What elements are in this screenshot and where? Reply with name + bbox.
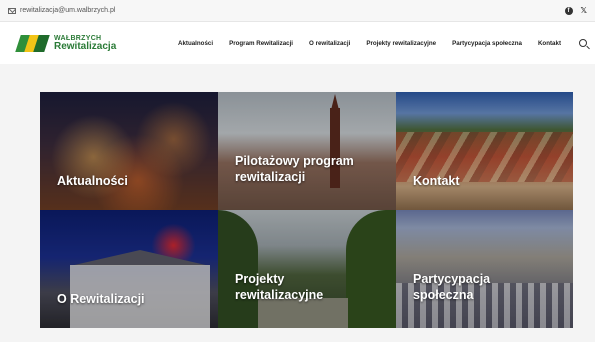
tile-projekty-rewitalizacyjne[interactable]: Projekty rewitalizacyjne — [218, 210, 396, 328]
email-link[interactable]: rewitalizacja@um.walbrzych.pl — [8, 7, 115, 14]
tile-kontakt[interactable]: Kontakt — [396, 92, 573, 210]
social-links: f 𝕏 — [564, 6, 587, 15]
tile-pilotazowy-program[interactable]: Pilotażowy program rewitalizacji — [218, 92, 396, 210]
tile-label-line2: społeczna — [413, 287, 474, 302]
twitter-icon[interactable]: 𝕏 — [581, 6, 587, 15]
nav-item-aktualnosci[interactable]: Aktualności — [178, 40, 213, 47]
tile-label: Aktualności — [57, 174, 128, 188]
tile-label: Partycypacja — [413, 272, 491, 286]
tile-label: Projekty — [235, 272, 285, 286]
site-header: WAŁBRZYCH Rewitalizacja Aktualności Prog… — [0, 22, 595, 64]
nav-item-o-rewitalizacji[interactable]: O rewitalizacji — [309, 40, 350, 47]
tile-label: O Rewitalizacji — [57, 292, 145, 306]
facebook-icon[interactable]: f — [564, 6, 573, 15]
tile-partycypacja-spoleczna[interactable]: Partycypacja społeczna — [396, 210, 573, 328]
tile-label-line2: rewitalizacji — [235, 169, 306, 184]
nav-item-kontakt[interactable]: Kontakt — [538, 40, 561, 47]
search-icon[interactable] — [579, 39, 587, 47]
tile-label: Kontakt — [413, 174, 460, 188]
tile-aktualnosci[interactable]: Aktualności — [40, 92, 218, 210]
site-logo[interactable]: WAŁBRZYCH Rewitalizacja — [15, 32, 117, 54]
email-text: rewitalizacja@um.walbrzych.pl — [20, 7, 116, 14]
tile-label: Pilotażowy program — [235, 154, 354, 168]
tile-o-rewitalizacji[interactable]: O Rewitalizacji — [40, 210, 218, 328]
tile-grid: Aktualności Pilotażowy program rewitaliz… — [40, 92, 573, 328]
logo-title: Rewitalizacja — [54, 40, 117, 52]
nav-item-program-rewitalizacji[interactable]: Program Rewitalizacji — [229, 40, 293, 47]
nav-item-partycypacja[interactable]: Partycypacja społeczna — [452, 40, 522, 47]
main-nav: Aktualności Program Rewitalizacji O rewi… — [178, 39, 587, 47]
tile-label-line2: rewitalizacyjne — [235, 287, 324, 302]
topbar: rewitalizacja@um.walbrzych.pl f 𝕏 — [0, 0, 595, 22]
nav-item-projekty[interactable]: Projekty rewitalizacyjne — [366, 40, 436, 47]
mail-icon — [8, 7, 16, 14]
logo-mark-icon — [15, 32, 50, 54]
